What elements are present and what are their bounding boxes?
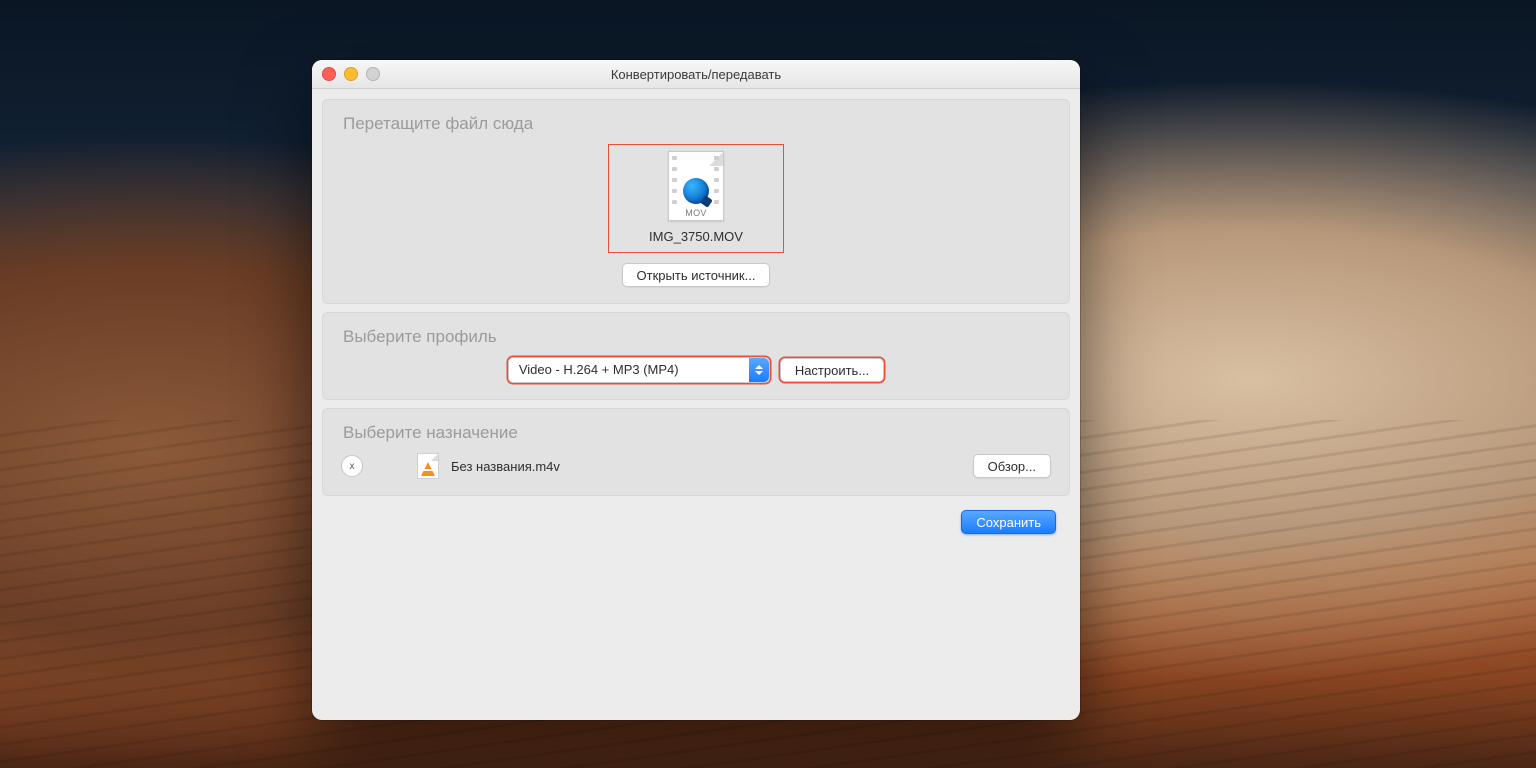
profile-row: Video - H.264 + MP3 (MP4) Настроить... (341, 357, 1051, 383)
customize-profile-button[interactable]: Настроить... (780, 358, 884, 382)
profile-selected-label: Video - H.264 + MP3 (MP4) (509, 358, 749, 382)
convert-window: Конвертировать/передавать Перетащите фай… (312, 60, 1080, 720)
destination-title: Выберите назначение (343, 423, 1051, 443)
mov-file-icon[interactable]: MOV (668, 151, 724, 221)
file-ext-label: MOV (669, 208, 723, 218)
titlebar: Конвертировать/передавать (312, 60, 1080, 89)
profile-title: Выберите профиль (343, 327, 1051, 347)
save-button[interactable]: Сохранить (961, 510, 1056, 534)
window-title: Конвертировать/передавать (312, 67, 1080, 82)
drop-source-panel: Перетащите файл сюда MOV IMG_3750.MOV От… (322, 99, 1070, 304)
destination-panel: Выберите назначение x Без названия.m4v О… (322, 408, 1070, 496)
drop-source-title: Перетащите файл сюда (343, 114, 1051, 134)
profile-panel: Выберите профиль Video - H.264 + MP3 (MP… (322, 312, 1070, 400)
quicktime-icon (683, 178, 709, 204)
source-file-highlight: MOV IMG_3750.MOV (608, 144, 784, 253)
drop-zone[interactable]: MOV IMG_3750.MOV Открыть источник... (341, 144, 1051, 287)
window-body: Перетащите файл сюда MOV IMG_3750.MOV От… (312, 89, 1080, 720)
remove-destination-button[interactable]: x (341, 455, 363, 477)
select-arrows-icon (749, 358, 769, 382)
open-source-button[interactable]: Открыть источник... (622, 263, 771, 287)
vlc-file-icon (417, 453, 439, 479)
profile-select[interactable]: Video - H.264 + MP3 (MP4) (508, 357, 770, 383)
destination-row: x Без названия.m4v Обзор... (341, 453, 1051, 479)
browse-button[interactable]: Обзор... (973, 454, 1051, 478)
destination-file-label: Без названия.m4v (451, 459, 560, 474)
source-file-name: IMG_3750.MOV (649, 229, 743, 244)
footer: Сохранить (322, 504, 1070, 534)
